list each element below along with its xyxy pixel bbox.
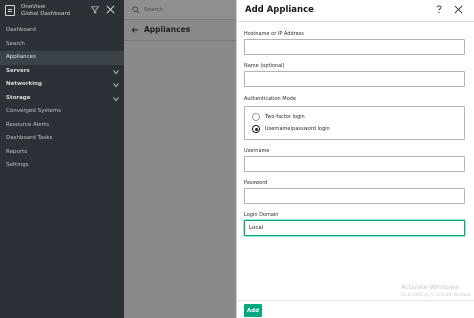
chevron-down-icon: [113, 83, 119, 88]
sidebar-item-label: Storage: [6, 94, 31, 101]
close-icon[interactable]: [454, 5, 463, 14]
drawer-title: Add Appliance: [245, 5, 314, 15]
username-label: Username: [244, 148, 270, 154]
window-icon: [5, 5, 15, 16]
radio-button[interactable]: [252, 113, 260, 121]
auth-mode-group: Two-factor login Username/password login: [244, 106, 465, 140]
sidebar-item-appliances[interactable]: Appliances: [0, 51, 124, 65]
search-input[interactable]: [144, 4, 234, 16]
sidebar-item-dashboard-tasks[interactable]: Dashboard Tasks: [0, 132, 124, 146]
sidebar-item-label: Dashboard Tasks: [6, 135, 53, 141]
password-field[interactable]: [244, 188, 465, 204]
sidebar-item-label: Settings: [6, 162, 29, 168]
login-domain-label: Login Domain: [244, 212, 279, 218]
activate-windows-title: Activate Windows: [401, 283, 459, 291]
brand-line-1: OneView: [21, 4, 46, 10]
sidebar: OneView Global Dashboard Dashboard Searc…: [0, 0, 124, 318]
activate-windows-subtitle: Go to Settings to activate Windows.: [401, 292, 473, 297]
page-title: Appliances: [144, 25, 191, 34]
sidebar-group-servers[interactable]: Servers: [0, 65, 124, 79]
header-divider: [124, 40, 236, 41]
sidebar-group-networking[interactable]: Networking: [0, 78, 124, 92]
main-content: Appliances 0: [124, 0, 236, 318]
sidebar-item-dashboard[interactable]: Dashboard: [0, 24, 124, 38]
password-label: Password: [244, 180, 268, 186]
brand-title: OneView Global Dashboard: [21, 4, 70, 18]
sidebar-item-search[interactable]: Search: [0, 38, 124, 52]
close-icon[interactable]: [106, 5, 115, 14]
sidebar-nav: Dashboard Search Appliances Servers Netw…: [0, 24, 124, 173]
sidebar-item-resource-alerts[interactable]: Resource Alerts: [0, 119, 124, 133]
drawer-divider: [237, 21, 474, 22]
sidebar-item-label: Resource Alerts: [6, 121, 49, 128]
sidebar-item-label: Converged Systems: [6, 108, 61, 114]
chevron-down-icon: [113, 96, 119, 101]
username-field[interactable]: [244, 156, 465, 172]
sidebar-item-label: Reports: [6, 148, 28, 155]
sidebar-item-label: Networking: [6, 81, 42, 87]
sidebar-item-settings[interactable]: Settings: [0, 159, 124, 173]
sidebar-item-reports[interactable]: Reports: [0, 146, 124, 160]
name-label: Name (optional): [244, 63, 285, 69]
footer-divider: [237, 300, 474, 301]
hostname-label: Hostname or IP Address: [244, 31, 304, 37]
sidebar-item-label: Search: [6, 40, 25, 47]
item-count: 0: [187, 27, 191, 33]
radio-label: Username/password login: [265, 126, 330, 132]
brand-line-2: Global Dashboard: [21, 11, 71, 17]
page-header: Appliances 0: [124, 20, 236, 40]
radio-button-selected[interactable]: [252, 125, 260, 133]
search-icon: [132, 6, 140, 14]
name-field[interactable]: [244, 71, 465, 87]
chevron-down-icon: [113, 69, 119, 74]
sidebar-item-converged-systems[interactable]: Converged Systems: [0, 105, 124, 119]
auth-mode-label: Authentication Mode: [244, 96, 296, 102]
search-bar: [124, 0, 236, 20]
add-appliance-drawer: Add Appliance Hostname or IP Address Nam…: [236, 0, 474, 318]
sidebar-item-label: Appliances: [6, 54, 36, 60]
sidebar-group-storage[interactable]: Storage: [0, 92, 124, 106]
help-icon[interactable]: [434, 4, 444, 14]
back-arrow-icon[interactable]: [131, 26, 139, 34]
radio-label: Two-factor login: [265, 114, 305, 120]
filter-icon[interactable]: [91, 6, 99, 14]
hostname-field[interactable]: [244, 39, 465, 55]
sidebar-item-label: Dashboard: [6, 27, 36, 33]
add-button[interactable]: Add: [244, 304, 262, 317]
brand-header: OneView Global Dashboard: [0, 0, 124, 24]
login-domain-field[interactable]: [244, 220, 465, 236]
sidebar-item-label: Servers: [6, 67, 30, 74]
